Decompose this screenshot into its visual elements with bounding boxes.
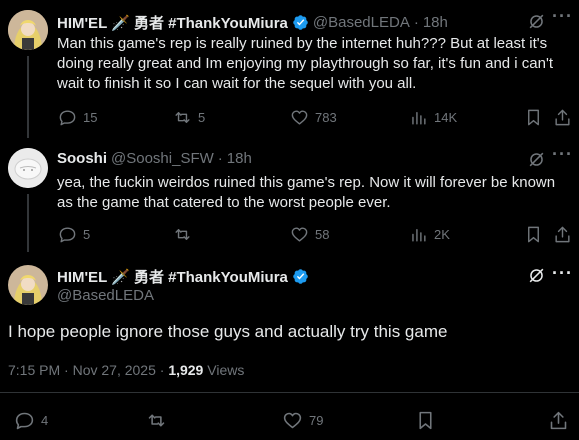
- main-tweet-text: I hope people ignore those guys and actu…: [8, 322, 448, 341]
- separator: ·: [413, 14, 419, 31]
- share-icon: [555, 109, 570, 126]
- views-label: Views: [203, 362, 245, 378]
- reply-count: 4: [41, 413, 49, 428]
- avatar[interactable]: [8, 148, 48, 188]
- share-button[interactable]: [553, 108, 572, 127]
- bookmark-icon: [528, 226, 539, 243]
- like-button[interactable]: 783: [290, 108, 337, 127]
- display-name[interactable]: HIM'EL 🗡️ 勇者 #ThankYouMiura: [57, 266, 288, 287]
- tweet-text: Man this game's rep is really ruined by …: [57, 35, 554, 92]
- tweet-text: yea, the fuckin weirdos ruined this game…: [57, 174, 556, 211]
- grok-icon[interactable]: [527, 12, 546, 36]
- repost-icon: [175, 112, 190, 123]
- like-count: 58: [315, 227, 330, 242]
- like-count: 79: [309, 413, 324, 428]
- display-name[interactable]: Sooshi: [57, 150, 107, 167]
- reply-icon: [59, 110, 76, 126]
- verified-badge-icon: [292, 14, 309, 31]
- heart-icon: [291, 227, 308, 242]
- bookmark-icon: [419, 411, 432, 430]
- like-button[interactable]: 58: [290, 225, 329, 244]
- reply-button[interactable]: 5: [58, 225, 90, 244]
- bookmark-button[interactable]: [415, 410, 436, 431]
- repost-button[interactable]: [173, 225, 198, 244]
- grok-icon[interactable]: [527, 266, 546, 290]
- bookmark-icon: [528, 109, 539, 126]
- avatar[interactable]: [8, 265, 48, 305]
- reply-count: 5: [83, 227, 91, 242]
- like-button[interactable]: 79: [282, 410, 323, 431]
- repost-icon: [175, 229, 190, 240]
- reply-count: 15: [83, 110, 98, 125]
- post-datetime[interactable]: 7:15 PM · Nov 27, 2025 ·: [8, 362, 168, 378]
- tweet-header: HIM'EL 🗡️ 勇者 #ThankYouMiura: [57, 266, 309, 287]
- bookmark-button[interactable]: [524, 225, 543, 244]
- more-options-icon[interactable]: ···: [552, 144, 573, 165]
- like-count: 783: [315, 110, 337, 125]
- separator: ·: [217, 150, 223, 167]
- repost-icon: [148, 414, 165, 427]
- more-options-icon[interactable]: ···: [552, 6, 573, 27]
- share-icon: [555, 226, 570, 243]
- verified-badge-icon: [292, 268, 309, 285]
- thread-line: [27, 194, 29, 252]
- divider: [0, 392, 579, 393]
- share-button[interactable]: [548, 410, 569, 431]
- views-button[interactable]: 14K: [409, 108, 457, 127]
- grok-icon[interactable]: [527, 150, 546, 174]
- handle[interactable]: @Sooshi_SFW: [111, 150, 214, 167]
- bookmark-button[interactable]: [524, 108, 543, 127]
- heart-icon: [291, 110, 308, 125]
- thread-line: [27, 56, 29, 138]
- display-name[interactable]: HIM'EL 🗡️ 勇者 #ThankYouMiura: [57, 12, 288, 33]
- avatar[interactable]: [8, 10, 48, 50]
- share-button[interactable]: [553, 225, 572, 244]
- reply-button[interactable]: 4: [14, 410, 48, 431]
- views-button[interactable]: 2K: [409, 225, 450, 244]
- views-count: 14K: [434, 110, 458, 125]
- handle[interactable]: @BasedLEDA: [313, 14, 410, 31]
- reply-button[interactable]: 15: [58, 108, 97, 127]
- views-count: 1,929: [168, 362, 204, 378]
- timestamp[interactable]: 18h: [423, 14, 448, 31]
- handle[interactable]: @BasedLEDA: [57, 287, 154, 304]
- heart-icon: [283, 412, 302, 429]
- tweet-header: Sooshi @Sooshi_SFW · 18h: [57, 150, 252, 167]
- repost-button[interactable]: 5: [173, 108, 205, 127]
- views-count: 2K: [434, 227, 450, 242]
- more-options-icon[interactable]: ···: [552, 263, 573, 284]
- views-icon: [412, 112, 426, 125]
- reply-icon: [15, 412, 34, 430]
- views-icon: [412, 229, 426, 242]
- repost-button[interactable]: [146, 410, 173, 431]
- share-icon: [550, 411, 567, 430]
- repost-count: 5: [198, 110, 206, 125]
- reply-icon: [59, 227, 76, 243]
- timestamp[interactable]: 18h: [227, 150, 252, 167]
- tweet-meta: 7:15 PM · Nov 27, 2025 · 1,929 Views: [8, 362, 244, 378]
- tweet-header: HIM'EL 🗡️ 勇者 #ThankYouMiura @BasedLEDA ·…: [57, 12, 448, 33]
